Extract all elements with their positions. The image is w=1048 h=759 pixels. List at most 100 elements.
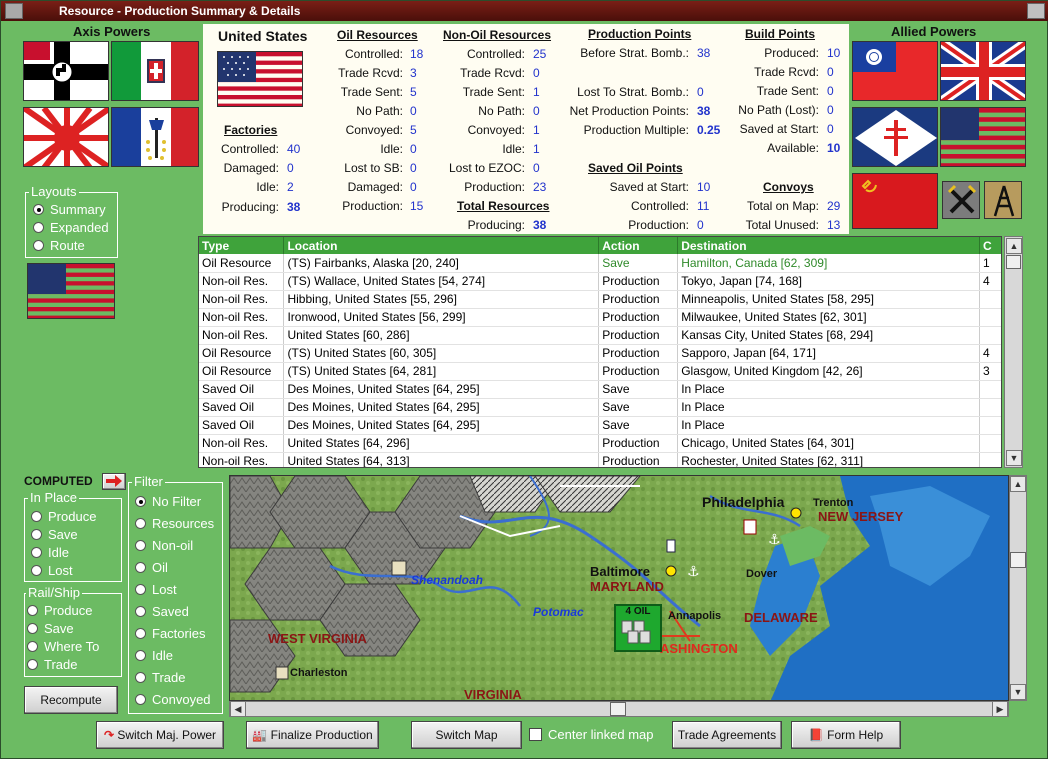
- inplace-produce-radio[interactable]: Produce: [31, 508, 96, 526]
- inplace-lost-radio[interactable]: Lost: [31, 562, 73, 580]
- ussr-flag[interactable]: [852, 173, 938, 229]
- col-destination[interactable]: Destination: [677, 237, 980, 254]
- table-row[interactable]: Non-oil Res. United States [64, 296] Produ…: [199, 434, 1001, 453]
- factories-idle-label: Idle:: [256, 180, 279, 194]
- uk-flag[interactable]: [940, 41, 1026, 101]
- cell-action: Production: [598, 326, 679, 345]
- table-row[interactable]: Saved Oil Des Moines, United States [64, …: [199, 398, 1001, 417]
- map-scroll-right-icon[interactable]: ▶: [992, 701, 1008, 717]
- usa-flag-allied[interactable]: [940, 107, 1026, 167]
- cell-c: 4: [979, 344, 1001, 363]
- table-row[interactable]: Oil Resource (TS) Fairbanks, Alaska [20, …: [199, 254, 1001, 273]
- table-row[interactable]: Saved Oil Des Moines, United States [64, …: [199, 380, 1001, 399]
- center-linked-checkbox[interactable]: [529, 728, 542, 741]
- mine-resource-icon[interactable]: [942, 181, 980, 219]
- oil-label-7: Damaged:: [347, 180, 403, 194]
- map-hscrollbar[interactable]: ◀ ▶: [229, 701, 1009, 717]
- table-row[interactable]: Non-oil Res. (TS) Wallace, United States …: [199, 272, 1001, 291]
- cell-type: Oil Resource: [199, 362, 285, 381]
- oil-value-7: 0: [410, 180, 417, 194]
- factories-title: Factories: [224, 123, 278, 137]
- cell-destination: Tokyo, Japan [74, 168]: [677, 272, 980, 291]
- vichy-france-flag[interactable]: [111, 107, 199, 167]
- table-row[interactable]: Non-oil Res. United States [64, 313] Produ…: [199, 452, 1001, 467]
- finalize-production-button[interactable]: 🏭 Finalize Production: [246, 721, 379, 749]
- filter-oil-radio[interactable]: Oil: [135, 559, 168, 577]
- pp-lost-label: Lost To Strat. Bomb.:: [577, 85, 689, 99]
- table-row[interactable]: Non-oil Res. Hibbing, United States [55, …: [199, 290, 1001, 309]
- cell-c: [979, 380, 1001, 399]
- cell-location: United States [64, 296]: [283, 434, 600, 453]
- map-view[interactable]: ⚓ ⚓ Philadelphia Trenton NEW JERSEY Balt…: [229, 475, 1009, 701]
- scroll-down-icon[interactable]: ▼: [1006, 450, 1022, 466]
- layout-summary-radio[interactable]: Summary: [33, 201, 106, 219]
- recompute-button[interactable]: Recompute: [24, 686, 118, 714]
- table-row[interactable]: Oil Resource (TS) United States [60, 305]…: [199, 344, 1001, 363]
- map-label-west-virginia: WEST VIRGINIA: [268, 631, 367, 646]
- inplace-idle-radio[interactable]: Idle: [31, 544, 69, 562]
- map-vscrollbar[interactable]: ▲ ▼: [1009, 475, 1027, 701]
- window-close-button[interactable]: [1027, 3, 1045, 19]
- cell-destination: In Place: [677, 380, 980, 399]
- window-menu-icon[interactable]: [5, 3, 23, 19]
- filter-no-filter-radio[interactable]: No Filter: [135, 493, 201, 511]
- filter-convoyed-radio[interactable]: Convoyed: [135, 691, 211, 709]
- computed-arrow-button[interactable]: [102, 473, 126, 490]
- table-scrollbar[interactable]: ▲ ▼: [1004, 236, 1023, 468]
- cell-destination: Milwaukee, United States [62, 301]: [677, 308, 980, 327]
- filter-resources-radio[interactable]: Resources: [135, 515, 214, 533]
- col-type[interactable]: Type: [199, 237, 285, 254]
- convoys-label-1: Total Unused:: [745, 218, 819, 232]
- table-row[interactable]: Non-oil Res. Ironwood, United States [56,…: [199, 308, 1001, 327]
- oil-counter[interactable]: 4 OIL: [614, 604, 662, 652]
- filter-factories-radio[interactable]: Factories: [135, 625, 205, 643]
- railship-produce-radio[interactable]: Produce: [27, 602, 92, 620]
- col-c[interactable]: C: [979, 237, 1001, 254]
- switch-map-button[interactable]: Switch Map: [411, 721, 522, 749]
- table-row[interactable]: Saved Oil Des Moines, United States [64, …: [199, 416, 1001, 435]
- free-france-flag[interactable]: [852, 107, 938, 167]
- map-scroll-up-icon[interactable]: ▲: [1010, 476, 1026, 492]
- col-action[interactable]: Action: [598, 237, 679, 254]
- map-scroll-left-icon[interactable]: ◀: [230, 701, 246, 717]
- germany-flag[interactable]: [23, 41, 109, 101]
- filter-trade-radio[interactable]: Trade: [135, 669, 185, 687]
- form-help-button[interactable]: 📕 Form Help: [791, 721, 901, 749]
- scroll-up-icon[interactable]: ▲: [1006, 238, 1022, 254]
- filter-lost-radio[interactable]: Lost: [135, 581, 177, 599]
- map-hscroll-thumb[interactable]: [610, 702, 626, 716]
- japan-flag[interactable]: [23, 107, 109, 167]
- switch-major-power-button[interactable]: ↷ Switch Maj. Power: [96, 721, 224, 749]
- filter-saved-radio[interactable]: Saved: [135, 603, 189, 621]
- summary-panel: United States Factories Controlled: 40 D…: [203, 24, 849, 234]
- filter-idle-radio[interactable]: Idle: [135, 647, 173, 665]
- nonoil-value-1: 0: [533, 66, 540, 80]
- map-label-trenton: Trenton: [813, 497, 854, 509]
- table-row[interactable]: Non-oil Res. United States [60, 286] Produ…: [199, 326, 1001, 345]
- table-row[interactable]: Oil Resource (TS) United States [64, 281]…: [199, 362, 1001, 381]
- us-flag-large: [217, 51, 303, 107]
- cell-c: 4: [979, 272, 1001, 291]
- inplace-save-radio[interactable]: Save: [31, 526, 78, 544]
- map-vscroll-thumb[interactable]: [1010, 552, 1026, 568]
- cell-c: 3: [979, 362, 1001, 381]
- cell-action: Save: [598, 416, 679, 435]
- layout-route-radio[interactable]: Route: [33, 237, 85, 255]
- filter-non-oil-radio[interactable]: Non-oil: [135, 537, 193, 555]
- trade-agreements-button[interactable]: Trade Agreements: [672, 721, 782, 749]
- saved_oil-label-2: Production:: [628, 218, 689, 232]
- nonoil-label-1: Trade Rcvd:: [460, 66, 525, 80]
- col-location[interactable]: Location: [283, 237, 600, 254]
- map-scroll-down-icon[interactable]: ▼: [1010, 684, 1026, 700]
- layout-expanded-radio[interactable]: Expanded: [33, 219, 109, 237]
- scroll-thumb[interactable]: [1006, 255, 1021, 269]
- china-flag[interactable]: [852, 41, 938, 101]
- railship-save-radio[interactable]: Save: [27, 620, 74, 638]
- map-label-annapolis: Annapolis: [668, 610, 722, 622]
- railship-trade-radio[interactable]: Trade: [27, 656, 77, 674]
- center-linked-map-toggle[interactable]: Center linked map: [526, 721, 666, 749]
- oil-derrick-icon[interactable]: [984, 181, 1022, 219]
- italy-flag[interactable]: [111, 41, 199, 101]
- nonoil-label-5: Idle:: [502, 142, 525, 156]
- railship-whereto-radio[interactable]: Where To: [27, 638, 99, 656]
